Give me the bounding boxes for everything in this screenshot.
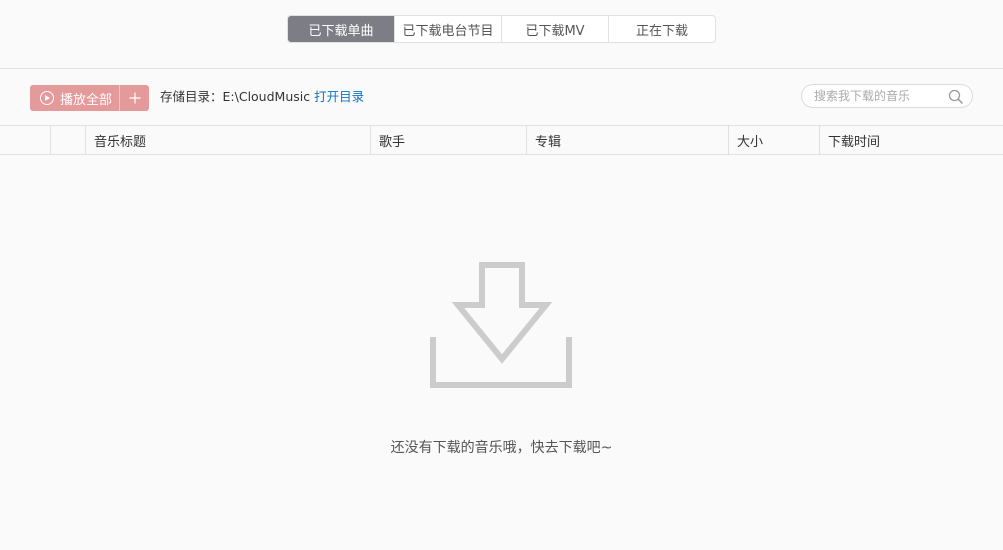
column-header-artist[interactable]: 歌手	[371, 126, 526, 154]
download-tabs: 已下载单曲 已下载电台节目 已下载MV 正在下载	[287, 15, 716, 43]
play-icon	[40, 91, 54, 105]
search-box	[801, 84, 973, 108]
column-header-album[interactable]: 专辑	[527, 126, 728, 154]
open-directory-link[interactable]: 打开目录	[314, 89, 364, 104]
column-header-title[interactable]: 音乐标题	[86, 126, 370, 154]
tab-downloaded-songs[interactable]: 已下载单曲	[288, 16, 395, 42]
play-all-group: 播放全部	[30, 85, 149, 111]
tab-downloaded-mv[interactable]: 已下载MV	[502, 16, 609, 42]
empty-message: 还没有下载的音乐哦，快去下载吧~	[390, 440, 613, 456]
column-header-download-time[interactable]: 下载时间	[820, 126, 1003, 154]
tab-downloading[interactable]: 正在下载	[609, 16, 715, 42]
storage-path: E:\CloudMusic	[222, 89, 311, 104]
search-icon[interactable]	[948, 89, 964, 105]
downloads-page: 已下载单曲 已下载电台节目 已下载MV 正在下载 播放全部 存储目录：E:\Cl…	[0, 0, 1003, 550]
header-divider	[0, 68, 1003, 69]
storage-label: 存储目录：	[160, 89, 223, 104]
play-all-button[interactable]: 播放全部	[30, 85, 119, 111]
plus-icon	[129, 92, 140, 104]
search-input[interactable]	[812, 88, 952, 104]
column-header-size[interactable]: 大小	[729, 126, 819, 154]
download-icon	[430, 262, 572, 388]
add-to-playlist-button[interactable]	[120, 85, 149, 111]
tab-downloaded-radio[interactable]: 已下载电台节目	[395, 16, 502, 42]
storage-info: 存储目录：E:\CloudMusic 打开目录	[160, 88, 364, 106]
column-separator	[50, 126, 51, 154]
play-all-label: 播放全部	[60, 92, 113, 108]
table-header: 音乐标题 歌手 专辑 大小 下载时间	[0, 125, 1003, 155]
